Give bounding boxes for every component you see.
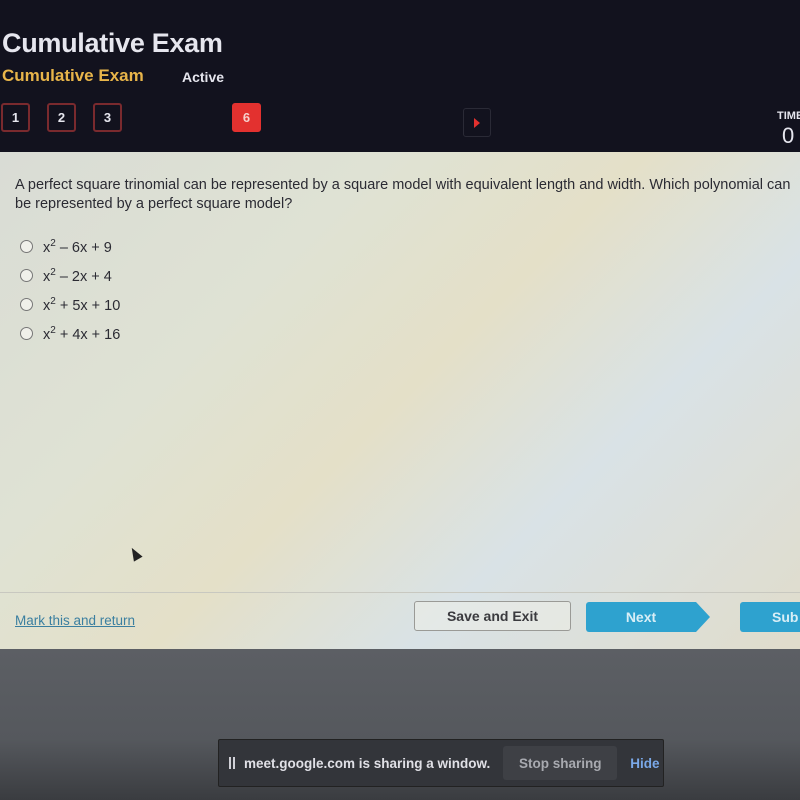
- question-text: A perfect square trinomial can be repres…: [15, 177, 791, 212]
- answer-option[interactable]: x2 + 5x + 10: [20, 290, 120, 319]
- question-nav-2[interactable]: 2: [47, 103, 76, 132]
- pause-icon: [229, 757, 235, 769]
- timer-value: 0: [782, 123, 795, 148]
- question-nav-6-current[interactable]: 6: [232, 103, 261, 132]
- question-nav-1[interactable]: 1: [1, 103, 30, 132]
- radio-button[interactable]: [20, 240, 33, 253]
- question-nav-3[interactable]: 3: [93, 103, 122, 132]
- next-question-arrow-button[interactable]: [463, 108, 491, 137]
- answer-option[interactable]: x2 – 2x + 4: [20, 261, 120, 290]
- hide-button[interactable]: Hide: [630, 756, 659, 771]
- option-label: x2 + 5x + 10: [43, 295, 121, 314]
- option-label: x2 – 6x + 9: [43, 237, 112, 256]
- page-title: Cumulative Exam: [2, 28, 223, 58]
- submit-button[interactable]: Sub: [740, 602, 800, 632]
- screen-share-bar: meet.google.com is sharing a window. Sto…: [218, 739, 664, 787]
- answer-option[interactable]: x2 – 6x + 9: [20, 232, 120, 261]
- play-arrow-icon: [474, 117, 480, 128]
- mark-and-return-link[interactable]: Mark this and return: [15, 613, 135, 628]
- radio-button[interactable]: [20, 269, 33, 282]
- option-label: x2 – 2x + 4: [43, 266, 112, 285]
- question-panel: A perfect square trinomial can be repres…: [0, 152, 800, 649]
- timer-label: TIME: [777, 110, 800, 122]
- radio-button[interactable]: [20, 327, 33, 340]
- share-message: meet.google.com is sharing a window.: [244, 755, 491, 771]
- footer-divider: [0, 592, 800, 593]
- exam-subtitle: Cumulative Exam: [2, 66, 144, 85]
- radio-button[interactable]: [20, 298, 33, 311]
- next-button[interactable]: Next: [586, 602, 710, 632]
- save-and-exit-button[interactable]: Save and Exit: [414, 601, 571, 631]
- stop-sharing-button[interactable]: Stop sharing: [503, 746, 618, 780]
- exam-header: Cumulative Exam Cumulative Exam Active 1…: [0, 0, 800, 152]
- status-label: Active: [182, 69, 225, 85]
- answer-option[interactable]: x2 + 4x + 16: [20, 319, 120, 348]
- option-label: x2 + 4x + 16: [43, 324, 121, 343]
- mouse-cursor-icon: [127, 545, 143, 562]
- answer-options: x2 – 6x + 9 x2 – 2x + 4 x2 + 5x + 10 x2 …: [20, 232, 120, 348]
